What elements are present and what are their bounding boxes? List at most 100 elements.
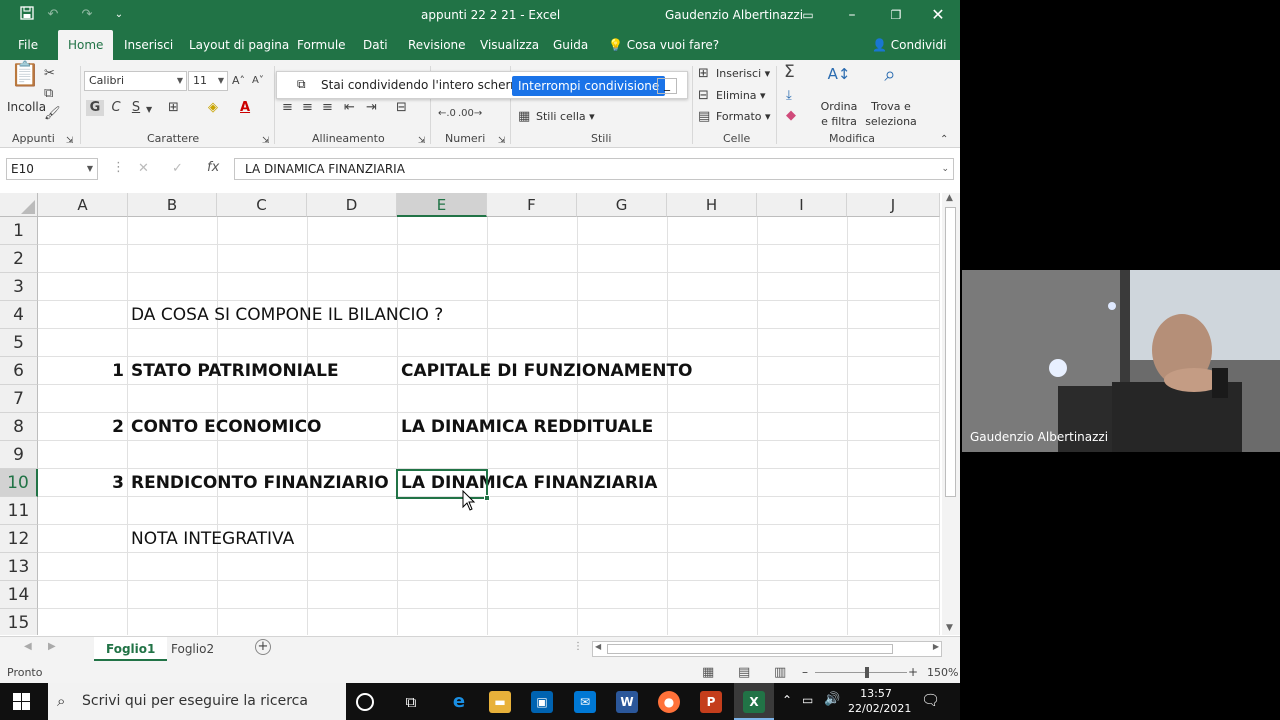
paste-icon[interactable]: 📋 <box>10 62 40 100</box>
cell-a6[interactable]: 1 <box>38 357 124 385</box>
font-color-icon[interactable]: A <box>240 100 250 116</box>
merge-center-icon[interactable]: ⊟ <box>396 100 407 116</box>
row-header-13[interactable]: 13 <box>0 553 38 581</box>
tray-expand-icon[interactable]: ⌃ <box>782 693 792 707</box>
zoom-slider-thumb[interactable] <box>865 667 869 678</box>
sheet-tab-foglio1[interactable]: Foglio1 <box>94 637 168 661</box>
col-header-e[interactable]: E <box>397 193 487 217</box>
cell-b6[interactable]: STATO PATRIMONIALE <box>131 357 339 385</box>
row-header-2[interactable]: 2 <box>0 245 38 273</box>
cell-b8[interactable]: CONTO ECONOMICO <box>131 413 322 441</box>
prev-sheet-icon[interactable]: ◀ <box>24 641 32 652</box>
horizontal-scrollbar[interactable]: ◀ ▶ <box>592 641 942 657</box>
windows-start-icon[interactable] <box>13 693 30 714</box>
zoom-level[interactable]: 150% <box>927 662 958 683</box>
col-header-c[interactable]: C <box>217 193 307 217</box>
copy-icon[interactable]: ⧉ <box>44 86 53 102</box>
horizontal-scroll-thumb[interactable] <box>607 644 893 654</box>
confirm-entry-icon[interactable]: ✓ <box>172 161 183 176</box>
find-select-icon[interactable]: ⌕ <box>876 64 904 84</box>
page-break-view-icon[interactable]: ▥ <box>774 662 786 683</box>
fill-icon[interactable]: ⤓ <box>786 88 792 104</box>
fill-color-icon[interactable]: ◈ <box>208 100 218 116</box>
close-icon[interactable]: ✕ <box>916 0 960 30</box>
delete-cells-icon[interactable]: ⊟ <box>698 88 709 104</box>
cell-styles-button[interactable]: Stili cella ▾ <box>536 110 595 123</box>
store-icon[interactable]: ▣ <box>531 691 553 713</box>
redo-icon[interactable]: ↷ <box>78 6 96 24</box>
align-left-icon[interactable]: ≡ <box>282 100 293 116</box>
scroll-left-icon[interactable]: ◀ <box>595 642 601 651</box>
font-name-select[interactable]: Calibri ▼ <box>84 71 187 91</box>
network-icon[interactable]: ▭ <box>802 693 813 707</box>
col-header-g[interactable]: G <box>577 193 667 217</box>
restore-icon[interactable]: ❐ <box>874 0 918 30</box>
underline-dropdown-icon[interactable]: ▼ <box>146 102 152 118</box>
cut-icon[interactable]: ✂ <box>44 66 55 82</box>
sheet-tab-foglio2[interactable]: Foglio2 <box>159 637 226 661</box>
tab-page-layout[interactable]: Layout di pagina <box>179 30 299 60</box>
undo-icon[interactable]: ↶ <box>44 6 62 24</box>
fill-handle[interactable] <box>484 495 490 501</box>
font-launcher-icon[interactable]: ⇲ <box>262 133 270 149</box>
collapse-ribbon-icon[interactable]: ⌃ <box>940 132 948 148</box>
vertical-scroll-thumb[interactable] <box>945 207 956 497</box>
notifications-icon[interactable]: 🗨 <box>921 691 940 709</box>
col-header-b[interactable]: B <box>128 193 217 217</box>
scroll-down-icon[interactable]: ▼ <box>946 623 953 633</box>
decrease-indent-icon[interactable]: ⇤ <box>344 100 355 116</box>
powerpoint-icon[interactable]: P <box>700 691 722 713</box>
add-sheet-icon[interactable]: + <box>255 639 271 655</box>
vertical-scrollbar[interactable]: ▲ ▼ <box>942 193 960 635</box>
cell-e6[interactable]: CAPITALE DI FUNZIONAMENTO <box>401 357 693 385</box>
normal-view-icon[interactable]: ▦ <box>702 662 714 683</box>
zoom-in-icon[interactable]: + <box>908 662 918 683</box>
taskbar-clock[interactable]: 13:57 22/02/2021 <box>848 686 911 716</box>
cell-b10[interactable]: RENDICONTO FINANZIARIO <box>131 469 389 497</box>
cell-b4[interactable]: DA COSA SI COMPONE IL BILANCIO ? <box>131 301 443 329</box>
tell-me[interactable]: 💡 Cosa vuoi fare? <box>598 30 729 60</box>
tab-formulas[interactable]: Formule <box>287 30 356 60</box>
firefox-icon[interactable]: ● <box>658 691 680 713</box>
cortana-icon[interactable] <box>356 693 374 711</box>
col-header-a[interactable]: A <box>38 193 128 217</box>
insert-cells-button[interactable]: Inserisci ▾ <box>716 67 770 80</box>
row-header-7[interactable]: 7 <box>0 385 38 413</box>
tab-view[interactable]: Visualizza <box>470 30 549 60</box>
name-box-dropdown-icon[interactable]: ▼ <box>87 159 93 179</box>
cell-styles-icon[interactable]: ▦ <box>518 109 530 125</box>
col-header-d[interactable]: D <box>307 193 397 217</box>
cell-e8[interactable]: LA DINAMICA REDDITUALE <box>401 413 653 441</box>
sort-filter-icon[interactable]: A↕ <box>824 66 854 82</box>
alignment-launcher-icon[interactable]: ⇲ <box>418 133 426 149</box>
minimize-icon[interactable]: – <box>830 0 874 30</box>
mail-icon[interactable]: ✉ <box>574 691 596 713</box>
spreadsheet-grid[interactable]: A B C D E F G H I J 1 2 3 4 5 6 7 8 9 10… <box>0 193 940 635</box>
row-header-10[interactable]: 10 <box>0 469 38 497</box>
col-header-h[interactable]: H <box>667 193 757 217</box>
file-explorer-icon[interactable]: ▬ <box>489 691 511 713</box>
taskbar-search-input[interactable]: ⌕ Scrivi qui per eseguire la ricerca <box>48 683 346 720</box>
task-view-icon[interactable]: ⧉ <box>400 691 422 713</box>
row-header-1[interactable]: 1 <box>0 217 38 245</box>
page-layout-view-icon[interactable]: ▤ <box>738 662 750 683</box>
format-cells-button[interactable]: Formato ▾ <box>716 110 771 123</box>
format-cells-icon[interactable]: ▤ <box>698 109 710 125</box>
decrease-decimal-icon[interactable]: .00→ <box>458 106 482 122</box>
sort-filter-button[interactable]: Ordina e filtra <box>816 99 862 129</box>
grow-font-icon[interactable]: A˄ <box>232 73 245 89</box>
increase-decimal-icon[interactable]: ←.0 <box>438 106 456 122</box>
tab-data[interactable]: Dati <box>353 30 398 60</box>
row-header-6[interactable]: 6 <box>0 357 38 385</box>
col-header-j[interactable]: J <box>847 193 940 217</box>
bold-button[interactable]: G <box>86 100 104 116</box>
select-all[interactable] <box>0 193 38 217</box>
col-header-i[interactable]: I <box>757 193 847 217</box>
insert-cells-icon[interactable]: ⊞ <box>698 66 709 82</box>
participant-video[interactable]: Gaudenzio Albertinazzi <box>962 270 1280 452</box>
row-header-8[interactable]: 8 <box>0 413 38 441</box>
minimize-share-bar-icon[interactable]: _ <box>657 78 677 94</box>
ribbon-display-icon[interactable]: ▭ <box>786 0 830 30</box>
row-header-15[interactable]: 15 <box>0 609 38 635</box>
next-sheet-icon[interactable]: ▶ <box>48 641 56 652</box>
